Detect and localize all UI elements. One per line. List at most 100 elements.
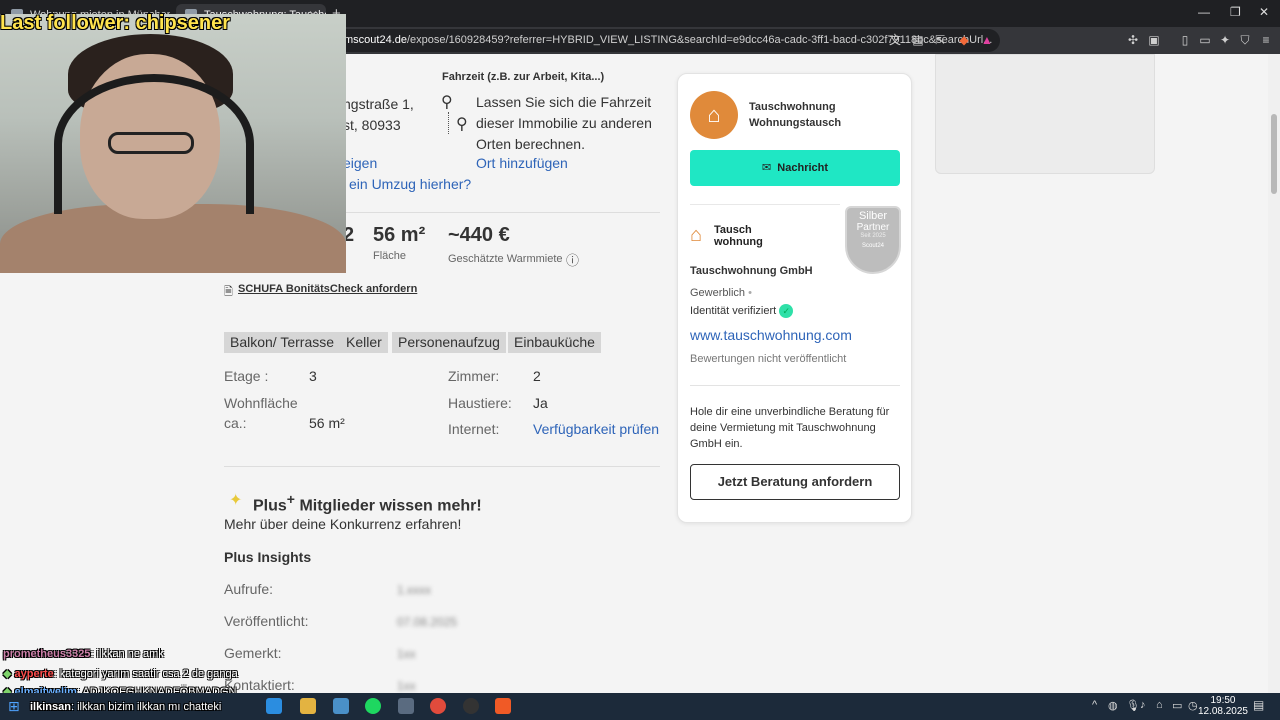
chrome-icon[interactable]	[430, 698, 446, 714]
minimize-icon[interactable]: —	[1198, 5, 1210, 19]
plus-subtitle: Mehr über deine Konkurrenz erfahren!	[224, 516, 462, 532]
contact-card: ⌂ Tauschwohnung Wohnungstausch ✉ Nachric…	[677, 73, 912, 523]
windows-taskbar: ⊞ ilkinsan: ilkkan bizim ilkkan mı chatt…	[0, 693, 1280, 720]
divider	[224, 466, 660, 467]
share-icon[interactable]: ⇱	[933, 33, 947, 47]
location-pin-icon: ⚲	[441, 94, 453, 111]
page-scrollbar[interactable]	[1268, 54, 1280, 693]
calculator-icon[interactable]	[398, 698, 414, 714]
move-link[interactable]: ein Umzug hierher?	[349, 176, 471, 192]
tray-icon[interactable]: ◍	[1108, 699, 1118, 712]
extensions-icon[interactable]: ✣	[1126, 33, 1140, 47]
ratings-status: Bewertungen nicht veröffentlicht	[690, 353, 847, 365]
document-icon: 🗎	[224, 286, 233, 298]
restore-icon[interactable]: ❐	[1230, 5, 1241, 19]
sidebar-icon[interactable]: ▯	[1178, 33, 1192, 47]
rent-value: ~440 €	[448, 224, 510, 246]
divider	[690, 204, 840, 205]
wohnflaeche-value: 56 m²	[309, 415, 345, 431]
volume-icon[interactable]: ♪	[1140, 699, 1146, 711]
map-link[interactable]: eigen	[343, 155, 377, 171]
fahrzeit-title: Fahrzeit (z.B. zur Arbeit, Kita...)	[442, 71, 605, 83]
tauschwohnung-logo: ⌂ Tausch wohnung	[690, 224, 763, 248]
haustiere-label: Haustiere:	[448, 395, 512, 411]
ad-placeholder	[935, 54, 1155, 174]
chat-message: prometheus3325: ilkkan ne amk	[3, 648, 164, 660]
internet-label: Internet:	[448, 421, 500, 437]
rewards-icon[interactable]: ▲	[980, 33, 994, 47]
message-button[interactable]: ✉ Nachricht	[690, 150, 900, 186]
address-line: st, 80933	[343, 117, 401, 133]
system-clock[interactable]: 19:50 12.08.2025	[1198, 695, 1248, 717]
insight-value: 1xx	[397, 679, 416, 693]
file-explorer-icon[interactable]	[300, 698, 316, 714]
feature-chip: Balkon/ Terrasse	[224, 332, 341, 353]
area-value: 56 m²	[373, 224, 426, 246]
address-line: ngstraße 1,	[343, 96, 414, 112]
brave-icon[interactable]	[495, 698, 511, 714]
company-name: Tauschwohnung GmbH	[690, 265, 813, 277]
battery-icon[interactable]: ▭	[1172, 699, 1182, 712]
location-pin-icon: ⚲	[456, 116, 468, 133]
provider-type: Gewerblich •	[690, 287, 752, 299]
chat-badge-icon: ◆	[3, 668, 12, 680]
spotify-icon[interactable]	[365, 698, 381, 714]
insights-title: Plus Insights	[224, 549, 312, 565]
insight-value: 1.xxxx	[397, 583, 432, 597]
etage-value: 3	[309, 368, 317, 384]
tray-icon[interactable]: ◷	[1188, 699, 1198, 712]
brave-shield-icon[interactable]: ◆	[957, 33, 971, 47]
chat-message: ilkinsan: ilkkan bizim ilkkan mı chattek…	[30, 701, 222, 713]
internet-check-link[interactable]: Verfügbarkeit prüfen	[533, 420, 659, 439]
zimmer-value: 2	[533, 368, 541, 384]
reader-icon[interactable]: ▤	[911, 33, 925, 47]
webcam-overlay	[0, 14, 346, 273]
tray-overflow-icon[interactable]: ^	[1092, 699, 1097, 711]
wohnflaeche-label: Wohnfläche	[224, 395, 298, 411]
etage-label: Etage :	[224, 368, 269, 384]
fahrzeit-text: Lassen Sie sich die Fahrzeit dieser Immo…	[476, 94, 652, 152]
last-follower-text: Last follower: chipsener	[0, 12, 231, 34]
route-line	[448, 112, 449, 134]
feature-chip: Einbauküche	[508, 332, 601, 353]
network-icon[interactable]: ⌂	[1156, 699, 1163, 711]
scrollbar-thumb[interactable]	[1271, 114, 1277, 194]
request-advice-button[interactable]: Jetzt Beratung anfordern	[690, 464, 900, 500]
windows-start-icon[interactable]: ⊞	[8, 698, 24, 714]
insight-label: Aufrufe:	[224, 581, 274, 597]
divider	[343, 212, 660, 213]
wallet-icon[interactable]: ▭	[1198, 33, 1212, 47]
leo-ai-icon[interactable]: ✦	[1218, 33, 1232, 47]
provider-name: Tauschwohnung Wohnungstausch	[749, 101, 842, 129]
insight-value: 1xx	[397, 647, 416, 661]
add-location-link[interactable]: Ort hinzufügen	[476, 155, 568, 171]
app-icon[interactable]	[333, 698, 349, 714]
verified-status: Identität verifiziert ✓	[690, 304, 794, 318]
edge-icon[interactable]	[266, 698, 282, 714]
schufa-link[interactable]: SCHUFA BonitätsCheck anfordern	[238, 283, 417, 295]
area-label: Fläche	[373, 250, 407, 262]
verified-icon: ✓	[779, 304, 794, 318]
translate-icon[interactable]: 文	[888, 33, 902, 47]
plus-title: Plus+ Mitglieder wissen mehr!	[253, 491, 482, 515]
info-icon[interactable]: ⓘ	[566, 250, 579, 269]
rent-label: Geschätzte Warmmiete	[448, 253, 563, 265]
website-link[interactable]: www.tauschwohnung.com	[690, 327, 852, 343]
obs-icon[interactable]	[463, 698, 479, 714]
microphone-icon[interactable]: 🎙	[1126, 699, 1140, 712]
divider	[690, 385, 900, 386]
chat-message: ◆ ayperte: kategori yarım saatir csa 2 d…	[3, 668, 238, 680]
sparkle-icon: ✦	[229, 492, 243, 509]
feature-chip: Keller	[340, 332, 388, 353]
haustiere-value: Ja	[533, 395, 548, 411]
tab-search-icon[interactable]: ▣	[1147, 33, 1161, 47]
mail-icon: ✉	[761, 162, 772, 174]
menu-icon[interactable]: ≡	[1259, 33, 1273, 47]
notification-icon[interactable]: ▤	[1253, 698, 1264, 712]
vpn-icon[interactable]: ⛉	[1238, 33, 1252, 47]
dot-separator: •	[748, 287, 752, 299]
close-window-icon[interactable]: ✕	[1259, 5, 1269, 19]
logo-house-icon: ⌂	[690, 224, 703, 246]
address-block: ngstraße 1, st, 80933	[343, 94, 414, 136]
feature-chip: Personenaufzug	[392, 332, 506, 353]
